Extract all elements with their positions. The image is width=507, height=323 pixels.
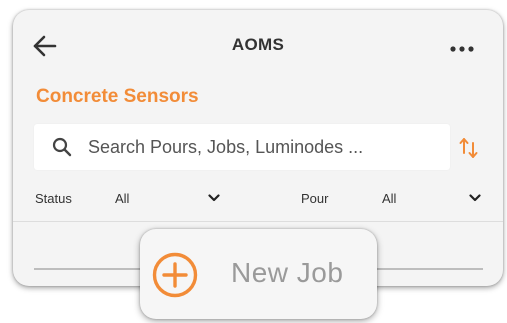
status-filter-value[interactable]: All xyxy=(115,191,129,206)
chevron-down-icon[interactable] xyxy=(208,194,220,202)
app-title: AOMS xyxy=(231,35,285,54)
sort-icon xyxy=(459,138,478,158)
search-bar xyxy=(34,124,450,170)
plus-circle-icon xyxy=(152,252,198,298)
status-filter-label: Status xyxy=(35,191,72,206)
screenshot-stage: AOMS Concrete Sensors Search Pours, Jobs… xyxy=(0,0,507,323)
top-app-bar: AOMS xyxy=(13,10,503,80)
search-input[interactable] xyxy=(88,124,438,170)
more-button[interactable] xyxy=(449,41,475,52)
sort-button[interactable] xyxy=(458,136,480,160)
divider xyxy=(13,221,503,222)
pour-filter-label: Pour xyxy=(301,191,329,206)
new-job-button[interactable]: New Job xyxy=(140,229,377,319)
filter-row: Status All Pour All xyxy=(13,186,503,212)
new-job-label: New Job xyxy=(231,257,344,288)
pour-filter-value[interactable]: All xyxy=(382,191,396,206)
section-title: Concrete Sensors xyxy=(36,86,199,107)
search-icon xyxy=(52,137,72,157)
more-horizontal-icon xyxy=(450,46,474,52)
chevron-down-icon[interactable] xyxy=(469,194,481,202)
